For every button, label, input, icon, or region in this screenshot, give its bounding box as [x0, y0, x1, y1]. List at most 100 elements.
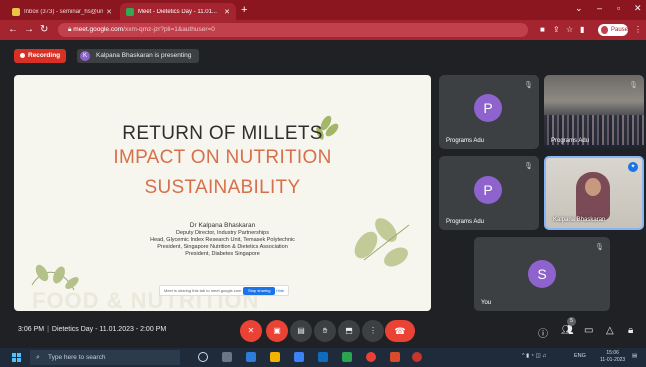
- raise-hand-button[interactable]: ✋︎: [314, 320, 336, 342]
- back-icon[interactable]: ←: [8, 24, 18, 35]
- search-icon: ⌕: [36, 354, 40, 361]
- system-clock[interactable]: 15:06 11-01-2023: [600, 350, 625, 364]
- url-host-text: meet.google.com: [73, 26, 124, 33]
- more-options-button[interactable]: ⋮: [362, 320, 384, 342]
- present-button[interactable]: ⬒: [338, 320, 360, 342]
- microphone-button[interactable]: ✕: [240, 320, 262, 342]
- participant-name: Programs Adu: [446, 219, 485, 225]
- camera-button[interactable]: ▣: [266, 320, 288, 342]
- search-placeholder: Type here to search: [48, 354, 106, 361]
- close-tab-icon[interactable]: ✕: [106, 8, 112, 16]
- meeting-time: 3:06 PM: [18, 326, 45, 333]
- more-vert-icon: ⋮: [369, 326, 377, 335]
- mic-off-icon: 🎙︎: [595, 244, 604, 251]
- close-window-icon[interactable]: ✕: [634, 3, 642, 14]
- language-indicator[interactable]: ENG: [574, 353, 586, 359]
- mic-off-icon: 🎙︎: [524, 82, 533, 89]
- participant-name: Programs Adu: [446, 138, 485, 144]
- people-icon[interactable]: 👥︎: [561, 325, 574, 336]
- mic-off-icon: 🎙︎: [629, 82, 638, 89]
- tab-label: Inbox (373) - seminar_hs@univ...: [24, 8, 104, 15]
- sidepanel-icon[interactable]: ▮: [580, 25, 584, 34]
- participant-name: You: [481, 300, 492, 306]
- chrome-profile-icon[interactable]: [412, 352, 422, 362]
- phone-hangup-icon: ☎︎: [394, 326, 406, 336]
- people-count-badge: 5: [567, 317, 576, 326]
- sharing-notice-bar: Meet is sharing this tab to meet.google.…: [159, 285, 289, 296]
- mail-icon[interactable]: [318, 352, 328, 362]
- menu-icon[interactable]: ⋮: [634, 25, 642, 34]
- clock-time: 15:06: [606, 350, 619, 356]
- slide-role: President, Diabetes Singapore: [185, 251, 260, 257]
- profile-button[interactable]: Pause: [598, 24, 628, 36]
- tab-label: Meet - Dietetics Day - 11.01...: [138, 8, 217, 15]
- taskbar-search[interactable]: ⌕ Type here to search: [30, 350, 180, 365]
- avatar: S: [528, 260, 556, 288]
- url-path: /xxm-qmz-jzr?pli=1&authuser=0: [123, 26, 215, 33]
- presenting-chip[interactable]: K Kalpana Bhaskaran is presenting: [77, 49, 200, 63]
- cortana-icon[interactable]: [198, 352, 208, 362]
- store-icon[interactable]: [294, 352, 304, 362]
- present-icon: ⬒: [345, 326, 353, 335]
- left-plant-icon: [31, 264, 79, 291]
- maximize-icon[interactable]: ▫: [617, 3, 620, 13]
- file-explorer-icon[interactable]: [270, 352, 280, 362]
- profile-label: Pause: [610, 27, 628, 33]
- tray-icons[interactable]: ^ ▮ ◔ ◫ ♫: [522, 353, 546, 359]
- recording-label: Recording: [28, 52, 61, 59]
- slide-subtitle: SUSTAINABILITY: [144, 177, 301, 198]
- chevron-down-icon[interactable]: ⌄: [575, 3, 583, 14]
- presenting-text: Kalpana Bhaskaran is presenting: [96, 52, 192, 59]
- slide-role: President, Singapore Nutrition & Dieteti…: [157, 244, 288, 250]
- participant-tile-self[interactable]: 🎙︎ S You: [474, 237, 610, 311]
- tab-inbox[interactable]: Inbox (373) - seminar_hs@univ... ✕: [6, 3, 118, 20]
- participant-name: Programs Adu: [551, 138, 590, 144]
- reload-icon[interactable]: ↻: [40, 24, 48, 35]
- hide-button[interactable]: Hide: [276, 287, 284, 295]
- captions-button[interactable]: ▤: [290, 320, 312, 342]
- mic-off-icon: ✕: [247, 326, 255, 335]
- host-controls-icon[interactable]: 🔒︎: [628, 325, 633, 336]
- info-icon[interactable]: ⓘ: [538, 325, 548, 340]
- notification-icon[interactable]: ▤: [632, 353, 637, 359]
- avatar: [601, 26, 608, 34]
- leave-call-button[interactable]: ☎︎: [385, 320, 415, 342]
- avatar: P: [474, 176, 502, 204]
- screen: Inbox (373) - seminar_hs@univ... ✕ Meet …: [0, 0, 646, 367]
- share-icon[interactable]: ⇪: [553, 25, 560, 34]
- new-tab-button[interactable]: +: [241, 4, 247, 16]
- activities-icon[interactable]: △: [606, 325, 614, 336]
- windows-start-icon[interactable]: [12, 353, 21, 362]
- close-tab-icon[interactable]: ✕: [224, 8, 230, 16]
- forward-icon[interactable]: →: [24, 24, 34, 35]
- record-icon: [20, 52, 25, 58]
- star-icon[interactable]: ☆: [566, 25, 573, 34]
- powerpoint-icon[interactable]: [390, 352, 400, 362]
- participant-tile[interactable]: 🎙︎ P Programs Adu: [439, 75, 539, 149]
- browser-tab-strip: Inbox (373) - seminar_hs@univ... ✕ Meet …: [0, 0, 646, 20]
- meeting-info: 3:06 PM | Dietetics Day - 11.01.2023 - 2:0…: [18, 326, 167, 333]
- clock-date: 11-01-2023: [600, 357, 626, 363]
- avatar: K: [80, 51, 90, 61]
- participant-tile[interactable]: 🎙︎ P Programs Adu: [439, 156, 539, 230]
- chat-icon[interactable]: ▭: [584, 325, 593, 336]
- address-bar[interactable]: 🔒︎ meet.google.com/xxm-qmz-jzr?pli=1&aut…: [58, 23, 528, 37]
- recording-badge: Recording: [14, 49, 67, 63]
- participant-tile[interactable]: 🎙︎ Programs Adu: [544, 75, 644, 149]
- slide-subtitle: IMPACT ON NUTRITION: [113, 147, 332, 168]
- participant-tile-active[interactable]: ✦ Kalpana Bhaskaran: [544, 156, 644, 230]
- chrome-icon[interactable]: [366, 352, 376, 362]
- task-view-icon[interactable]: [222, 352, 232, 362]
- edge-icon[interactable]: [246, 352, 256, 362]
- excel-icon[interactable]: [342, 352, 352, 362]
- slide-role: Deputy Director, Industry Partnerships: [176, 230, 269, 236]
- speaker-face: [585, 178, 601, 196]
- tab-meet[interactable]: Meet - Dietetics Day - 11.01... ✕: [120, 3, 236, 20]
- camera-icon[interactable]: ■: [540, 25, 545, 34]
- meet-icon: [126, 7, 134, 16]
- windows-taskbar: ⌕ Type here to search ^ ▮ ◔ ◫ ♫ ENG 15:0…: [0, 348, 646, 367]
- avatar: P: [474, 94, 502, 122]
- minimize-icon[interactable]: –: [597, 3, 602, 13]
- sharing-notice-text: Meet is sharing this tab to meet.google.…: [164, 288, 242, 293]
- stop-sharing-button[interactable]: Stop sharing: [243, 287, 276, 295]
